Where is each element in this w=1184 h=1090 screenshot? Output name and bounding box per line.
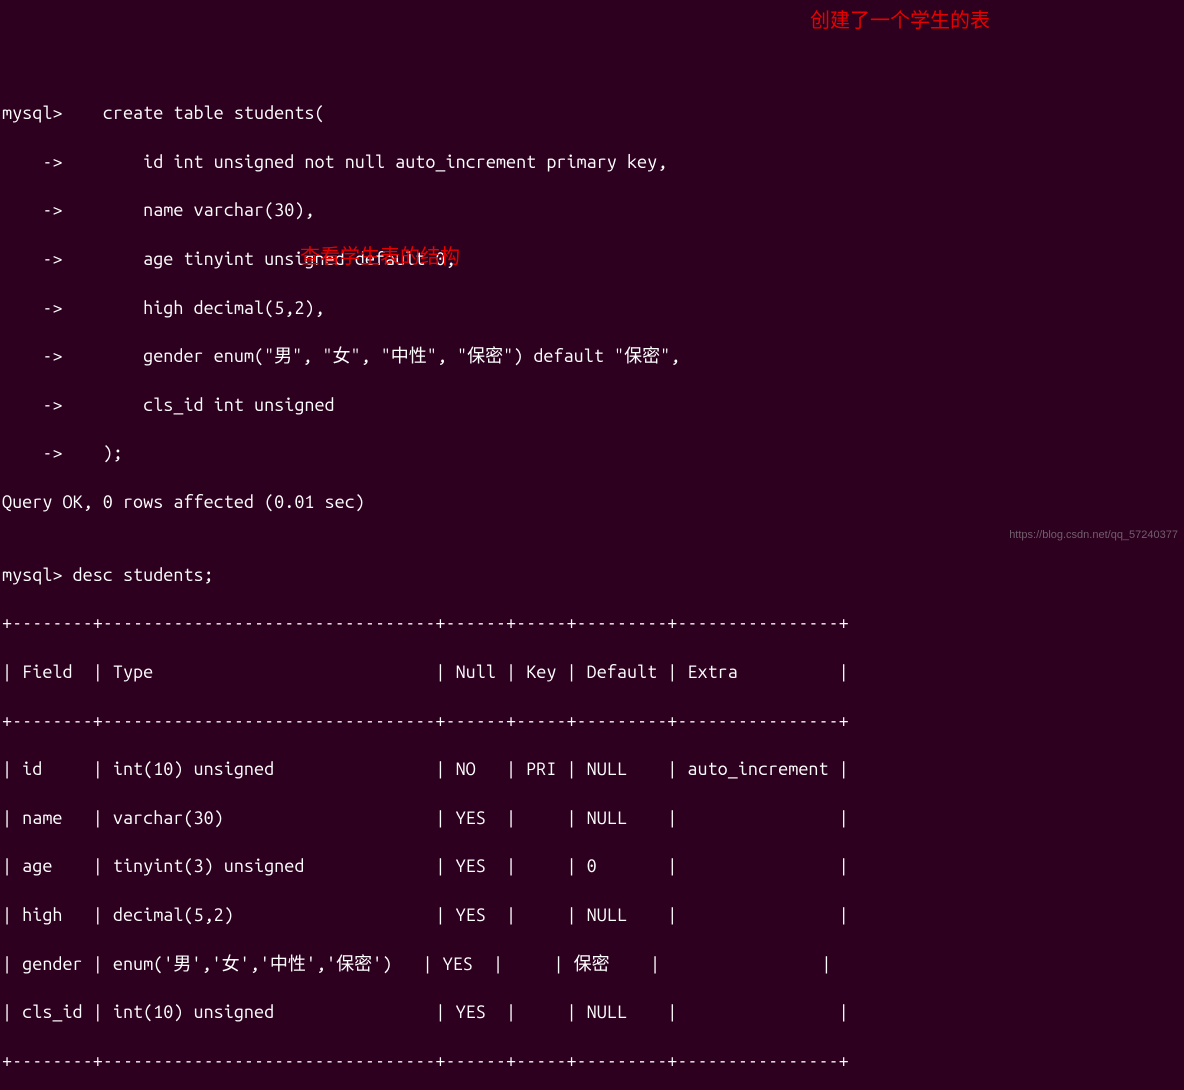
- terminal-line: -> gender enum("男", "女", "中性", "保密") def…: [2, 344, 1182, 368]
- table-row: | name | varchar(30) | YES | | NULL | |: [2, 806, 1182, 830]
- table-border: +--------+------------------------------…: [2, 709, 1182, 733]
- query-result: Query OK, 0 rows affected (0.01 sec): [2, 490, 1182, 514]
- table-header: | Field | Type | Null | Key | Default | …: [2, 660, 1182, 684]
- table-row: | cls_id | int(10) unsigned | YES | | NU…: [2, 1000, 1182, 1024]
- terminal-line: -> id int unsigned not null auto_increme…: [2, 150, 1182, 174]
- watermark: https://blog.csdn.net/qq_57240377: [1009, 528, 1178, 543]
- table-row: | id | int(10) unsigned | NO | PRI | NUL…: [2, 757, 1182, 781]
- annotation-desc-structure: 查看学生表的结构: [300, 244, 460, 271]
- terminal-line: -> cls_id int unsigned: [2, 393, 1182, 417]
- terminal-line: -> high decimal(5,2),: [2, 296, 1182, 320]
- annotation-create-table: 创建了一个学生的表: [810, 8, 990, 35]
- terminal-line: -> age tinyint unsigned default 0,: [2, 247, 1182, 271]
- table-row: | high | decimal(5,2) | YES | | NULL | |: [2, 903, 1182, 927]
- table-border: +--------+------------------------------…: [2, 611, 1182, 635]
- terminal-line: -> name varchar(30),: [2, 198, 1182, 222]
- desc-command: mysql> desc students;: [2, 563, 1182, 587]
- table-row: | gender | enum('男','女','中性','保密') | YES…: [2, 952, 1182, 976]
- table-border: +--------+------------------------------…: [2, 1049, 1182, 1073]
- terminal-line: -> );: [2, 441, 1182, 465]
- table-row: | age | tinyint(3) unsigned | YES | | 0 …: [2, 854, 1182, 878]
- terminal-line: mysql> create table students(: [2, 101, 1182, 125]
